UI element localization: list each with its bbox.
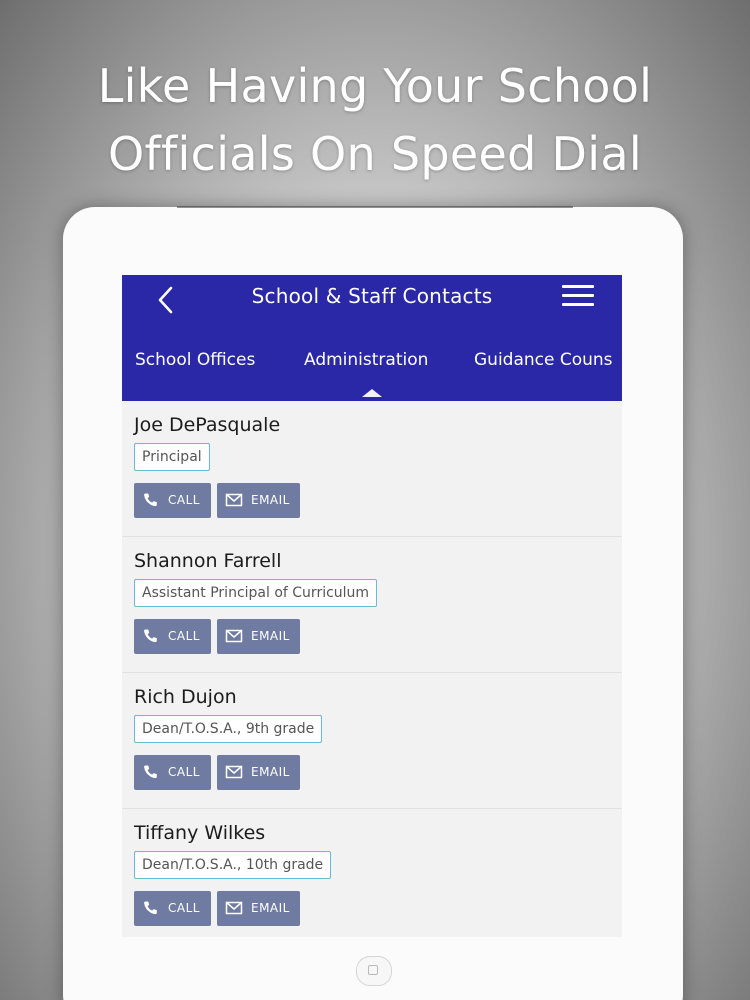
menu-button[interactable]	[562, 285, 596, 309]
tablet-top-edge	[177, 206, 573, 208]
contact-list: Joe DePasquale Principal CALL EMAIL Shan…	[122, 401, 622, 937]
email-button[interactable]: EMAIL	[217, 891, 300, 926]
contact-role-badge: Assistant Principal of Curriculum	[134, 579, 378, 607]
call-button-label: CALL	[168, 765, 200, 779]
headline-line-2: Officials On Speed Dial	[108, 127, 642, 181]
headline-line-1: Like Having Your School	[97, 59, 653, 113]
contact-card: Rich Dujon Dean/T.O.S.A., 9th grade CALL…	[122, 673, 622, 809]
contact-role-badge: Dean/T.O.S.A., 9th grade	[134, 715, 323, 743]
phone-icon	[144, 901, 157, 915]
contact-name: Tiffany Wilkes	[134, 822, 266, 844]
tab-administration[interactable]: Administration	[304, 349, 428, 371]
envelope-icon	[225, 493, 243, 507]
envelope-icon	[225, 765, 243, 779]
page-title: School & Staff Contacts	[251, 284, 493, 308]
call-button[interactable]: CALL	[134, 891, 211, 926]
tablet-home-button[interactable]	[356, 956, 392, 986]
phone-icon	[144, 629, 157, 643]
tab-school-offices[interactable]: School Offices	[135, 349, 255, 371]
hamburger-menu-icon	[562, 294, 594, 297]
hamburger-menu-icon	[562, 285, 594, 288]
email-button[interactable]: EMAIL	[217, 483, 300, 518]
call-button[interactable]: CALL	[134, 483, 211, 518]
contact-name: Rich Dujon	[134, 686, 237, 708]
hamburger-menu-icon	[562, 303, 594, 306]
call-button-label: CALL	[168, 629, 200, 643]
tab-guidance-counselors[interactable]: Guidance Couns	[474, 349, 613, 371]
email-button-label: EMAIL	[251, 493, 290, 507]
contact-card: Tiffany Wilkes Dean/T.O.S.A., 10th grade…	[122, 809, 622, 937]
email-button-label: EMAIL	[251, 629, 290, 643]
email-button[interactable]: EMAIL	[217, 755, 300, 790]
email-button-label: EMAIL	[251, 901, 290, 915]
call-button-label: CALL	[168, 493, 200, 507]
phone-icon	[144, 493, 157, 507]
app-screen: School & Staff Contacts School Offices A…	[122, 275, 622, 937]
email-button-label: EMAIL	[251, 765, 290, 779]
promo-headline: Like Having Your School Officials On Spe…	[0, 52, 750, 188]
active-tab-indicator	[362, 389, 382, 397]
envelope-icon	[225, 629, 243, 643]
call-button[interactable]: CALL	[134, 755, 211, 790]
contact-card: Joe DePasquale Principal CALL EMAIL	[122, 401, 622, 537]
call-button[interactable]: CALL	[134, 619, 211, 654]
contact-card: Shannon Farrell Assistant Principal of C…	[122, 537, 622, 673]
contact-role-badge: Principal	[134, 443, 210, 471]
phone-icon	[144, 765, 157, 779]
envelope-icon	[225, 901, 243, 915]
contact-name: Joe DePasquale	[134, 414, 281, 436]
contact-role-badge: Dean/T.O.S.A., 10th grade	[134, 851, 332, 879]
contact-name: Shannon Farrell	[134, 550, 282, 572]
call-button-label: CALL	[168, 901, 200, 915]
app-header: School & Staff Contacts	[122, 275, 622, 329]
email-button[interactable]: EMAIL	[217, 619, 300, 654]
